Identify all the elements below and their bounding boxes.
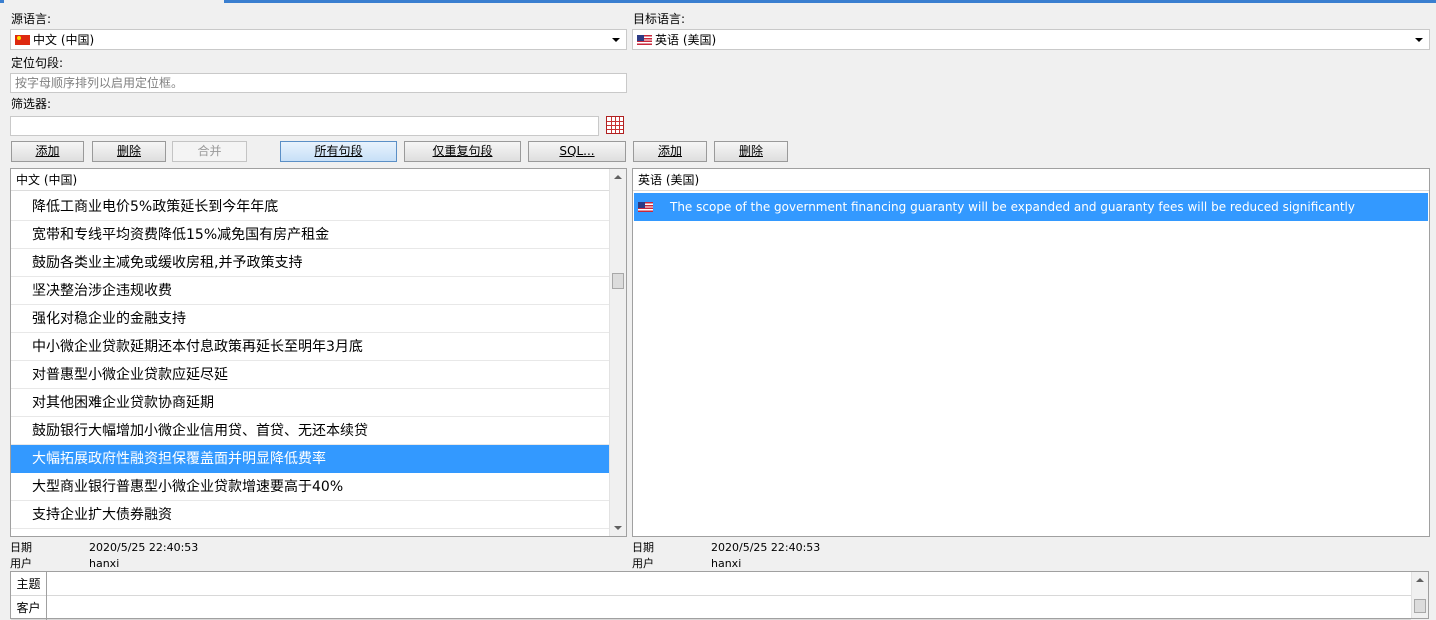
subject-field-label: 主题	[11, 572, 47, 596]
source-segment-list[interactable]: 中文 (中国) 降低工商业电价5%政策延长到今年年底 宽带和专线平均资费降低15%…	[10, 168, 627, 537]
target-user-value: hanxi	[711, 557, 742, 570]
client-field-label: 客户	[11, 596, 47, 620]
source-list-item[interactable]: 强化对稳企业的金融支持	[11, 305, 609, 333]
merge-button[interactable]: 合并	[172, 141, 247, 162]
us-flag-icon	[637, 34, 652, 45]
delete-button[interactable]: 删除	[92, 141, 166, 162]
source-list-item[interactable]: 鼓励银行大幅增加小微企业信用贷、首贷、无还本续贷	[11, 417, 609, 445]
all-segments-button[interactable]: 所有句段	[280, 141, 397, 162]
locate-label: 定位句段:	[11, 56, 64, 70]
target-date-value: 2020/5/25 22:40:53	[711, 541, 821, 554]
fields-table[interactable]: 主题 客户	[10, 571, 1429, 620]
us-flag-icon	[638, 202, 653, 212]
target-segment-text: The scope of the government financing gu…	[670, 200, 1355, 214]
source-list-item[interactable]: 中小微企业贷款延期还本付息政策再延长至明年3月底	[11, 333, 609, 361]
source-list-item[interactable]: 降低工商业电价5%政策延长到今年年底	[11, 193, 609, 221]
sql-button[interactable]: SQL...	[528, 141, 626, 162]
target-delete-button[interactable]: 删除	[714, 141, 788, 162]
add-button[interactable]: 添加	[11, 141, 84, 162]
source-language-select[interactable]: 中文 (中国)	[10, 29, 627, 50]
fields-scrollbar[interactable]	[1411, 572, 1428, 618]
target-list-item[interactable]: The scope of the government financing gu…	[634, 193, 1428, 221]
source-rows: 降低工商业电价5%政策延长到今年年底 宽带和专线平均资费降低15%减免国有房产租金…	[11, 193, 609, 529]
target-language-value: 英语 (美国)	[655, 33, 717, 47]
scroll-down-icon[interactable]	[614, 526, 622, 530]
target-segment-list[interactable]: 英语 (美国) The scope of the government fina…	[632, 168, 1430, 537]
source-scrollbar[interactable]	[609, 169, 626, 536]
sql-button-label: SQL...	[559, 144, 595, 158]
scroll-up-icon[interactable]	[614, 175, 622, 179]
scroll-thumb[interactable]	[1414, 599, 1426, 613]
target-add-button[interactable]: 添加	[633, 141, 707, 162]
source-date-value: 2020/5/25 22:40:53	[89, 541, 199, 554]
source-list-item[interactable]: 支持企业扩大债券融资	[11, 501, 609, 529]
source-list-item[interactable]: 宽带和专线平均资费降低15%减免国有房产租金	[11, 221, 609, 249]
target-delete-label: 删除	[738, 144, 763, 158]
locate-input[interactable]: 按字母顺序排列以启用定位框。	[10, 73, 627, 93]
target-list-header: 英语 (美国)	[633, 169, 1429, 191]
grid-icon[interactable]	[606, 116, 624, 134]
scroll-thumb[interactable]	[612, 273, 624, 289]
source-date-label: 日期	[10, 541, 32, 554]
source-list-item[interactable]: 大型商业银行普惠型小微企业贷款增速要高于40%	[11, 473, 609, 501]
repeated-segments-label: 仅重复句段	[432, 144, 493, 158]
filter-label: 筛选器:	[11, 97, 52, 111]
source-list-item[interactable]: 鼓励各类业主减免或缓收房租,并予政策支持	[11, 249, 609, 277]
source-language-value: 中文 (中国)	[33, 33, 95, 47]
target-date-label: 日期	[632, 541, 654, 554]
target-language-label: 目标语言:	[633, 12, 686, 26]
repeated-segments-button[interactable]: 仅重复句段	[404, 141, 521, 162]
scroll-up-icon[interactable]	[1416, 578, 1424, 582]
merge-button-label: 合并	[197, 144, 222, 158]
source-list-header: 中文 (中国)	[11, 169, 626, 191]
source-user-value: hanxi	[89, 557, 120, 570]
chevron-down-icon	[1415, 38, 1423, 42]
field-row-subject[interactable]: 主题	[11, 572, 1411, 596]
target-user-label: 用户	[632, 557, 654, 570]
source-list-item[interactable]: 对普惠型小微企业贷款应延尽延	[11, 361, 609, 389]
source-list-item[interactable]: 坚决整治涉企违规收费	[11, 277, 609, 305]
target-language-select[interactable]: 英语 (美国)	[632, 29, 1430, 50]
source-user-label: 用户	[10, 557, 32, 570]
all-segments-label: 所有句段	[314, 144, 363, 158]
cn-flag-icon	[15, 34, 30, 45]
target-add-label: 添加	[657, 144, 682, 158]
chevron-down-icon	[612, 38, 620, 42]
source-list-item[interactable]: 大幅拓展政府性融资担保覆盖面并明显降低费率	[11, 445, 609, 473]
field-row-client[interactable]: 客户	[11, 596, 1411, 620]
window-top-border	[0, 0, 1436, 3]
source-list-item[interactable]: 对其他困难企业贷款协商延期	[11, 389, 609, 417]
filter-input[interactable]	[10, 116, 599, 136]
add-button-label: 添加	[35, 144, 60, 158]
delete-button-label: 删除	[116, 144, 141, 158]
source-language-label: 源语言:	[11, 12, 52, 26]
